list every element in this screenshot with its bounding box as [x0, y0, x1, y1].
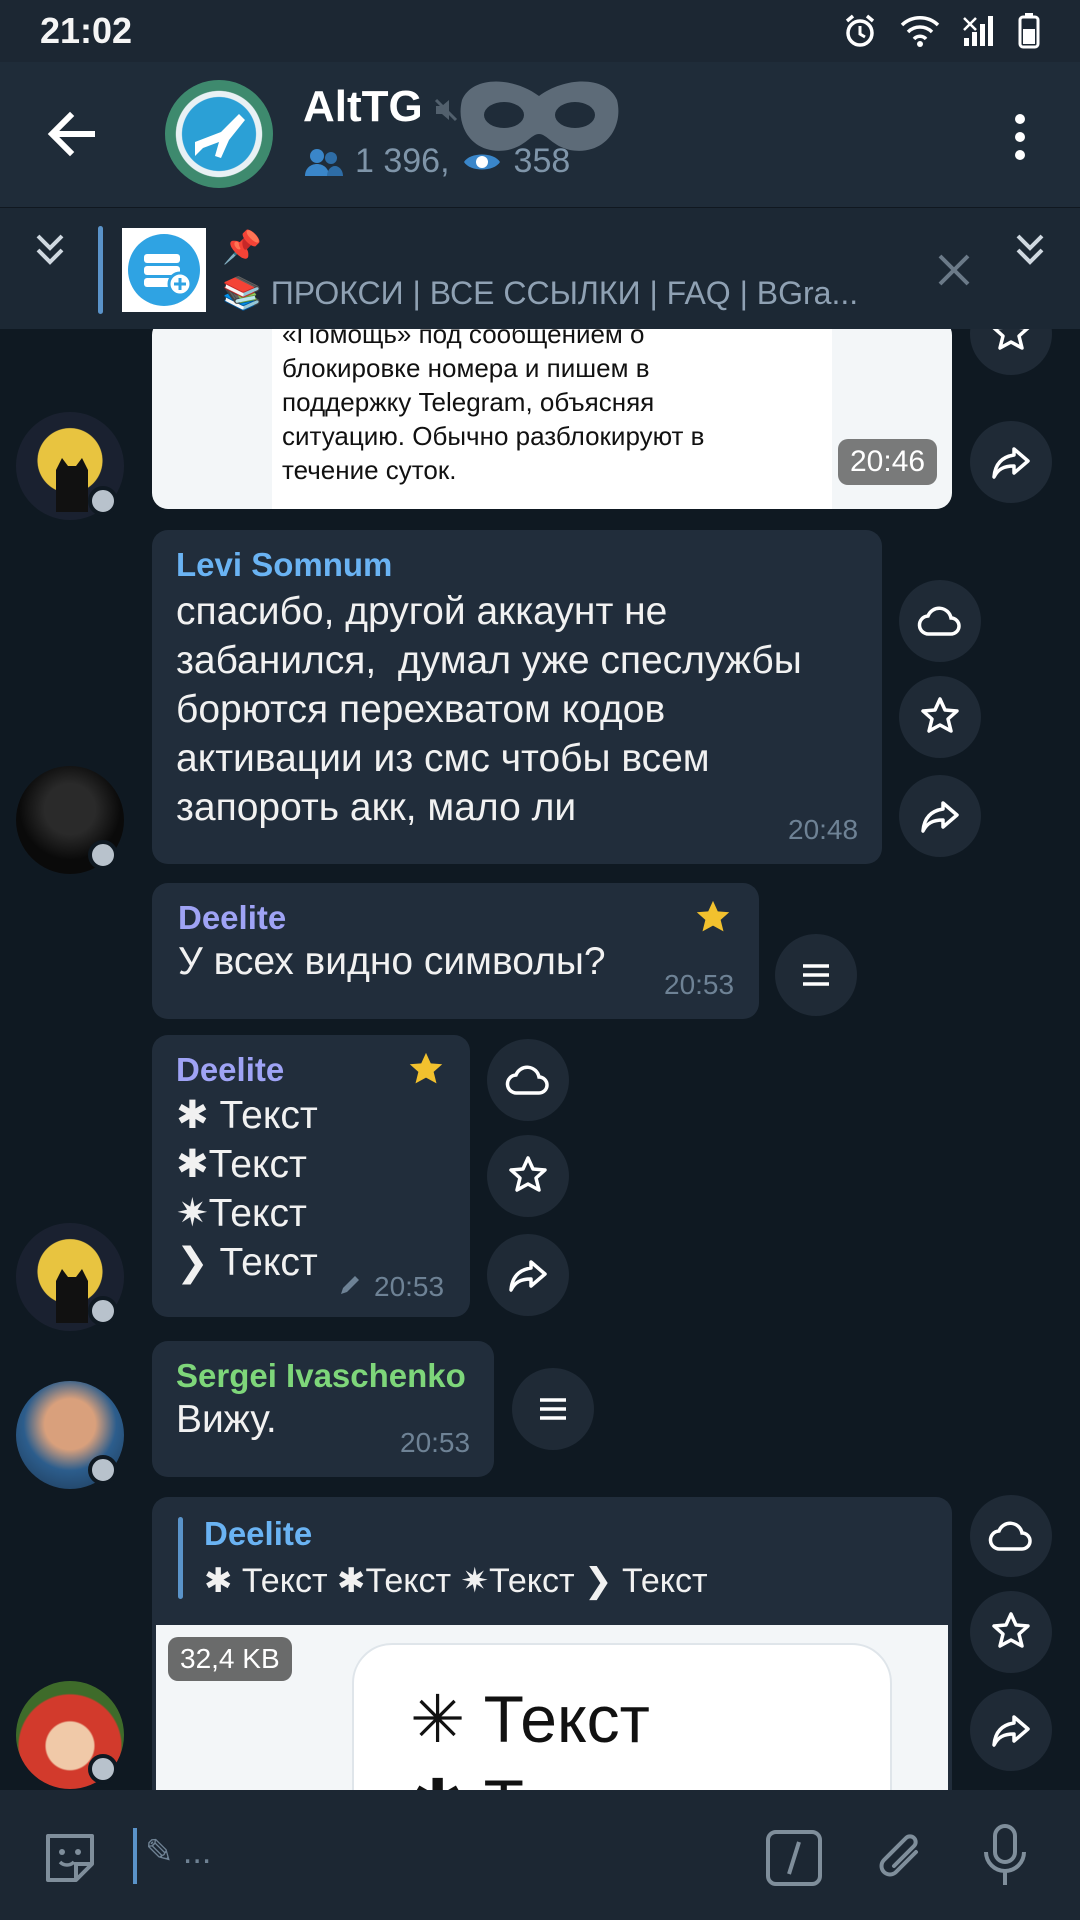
star-button[interactable]: [899, 676, 981, 758]
message-bubble[interactable]: Sergei Ivaschenko Вижу. 20:53: [152, 1341, 494, 1477]
edited-pencil-icon: [341, 1276, 359, 1294]
message-time: 20:48: [788, 814, 859, 845]
online-count: 358: [513, 142, 571, 180]
star-filled-icon: [696, 900, 730, 932]
file-size-badge: 32,4 KB: [168, 1637, 292, 1681]
image-line-2: ✱ Т: [410, 1765, 524, 1790]
share-button[interactable]: [899, 775, 981, 857]
status-dot: [88, 1296, 118, 1326]
star-outline-icon: [992, 329, 1030, 350]
message-time: 20:46: [838, 439, 938, 485]
pinned-pin-emoji: 📌: [222, 229, 262, 265]
star-button[interactable]: [970, 329, 1052, 375]
share-arrow-icon: [992, 1715, 1030, 1747]
bot-command-icon[interactable]: [764, 1828, 824, 1888]
message-text: У всех видно символы?: [178, 940, 606, 983]
share-arrow-icon: [921, 801, 959, 833]
pinned-thumbnail: [122, 228, 206, 312]
message-image-text: «Помощь» под сообщением о блокировке ном…: [282, 329, 705, 485]
share-arrow-icon: [509, 1260, 547, 1292]
share-button[interactable]: [970, 421, 1052, 503]
message-time: 20:53: [400, 1427, 471, 1458]
text-cursor: [133, 1828, 137, 1884]
image-line-1: ✳ Текст: [410, 1682, 650, 1756]
status-time: 21:02: [40, 10, 133, 51]
sticker-emoji-icon[interactable]: [40, 1828, 100, 1888]
share-arrow-icon: [992, 447, 1030, 479]
status-bar: 21:02: [0, 0, 1080, 62]
message-bubble[interactable]: Levi Somnum спасибо, другой аккаунт не з…: [152, 530, 882, 864]
message-sender[interactable]: Sergei Ivaschenko: [176, 1357, 466, 1395]
more-menu-icon[interactable]: [1000, 107, 1040, 167]
star-outline-icon: [509, 1156, 547, 1192]
message-text: спасибо, другой аккаунт не забанился, ду…: [176, 590, 802, 829]
pinned-indicator: [98, 226, 103, 314]
message-sender[interactable]: Deelite: [178, 899, 286, 937]
share-button[interactable]: [970, 1689, 1052, 1771]
attach-paperclip-icon[interactable]: [872, 1826, 928, 1890]
back-arrow-icon[interactable]: [42, 104, 102, 164]
menu-button[interactable]: [775, 934, 857, 1016]
message-text: ✱ Текст ✱Текст ✷Текст ❯ Текст: [176, 1094, 318, 1284]
scroll-down-icon[interactable]: [30, 230, 70, 270]
channel-stats: 1 396, 358: [303, 142, 570, 181]
cloud-icon: [917, 606, 961, 636]
wifi-icon: [900, 16, 940, 47]
message-input[interactable]: ✎ ...: [145, 1832, 211, 1872]
message-composer: ✎ ...: [0, 1790, 1080, 1920]
message-sender[interactable]: Levi Somnum: [176, 546, 392, 584]
status-dot: [88, 840, 118, 870]
lines-menu-icon: [540, 1398, 566, 1420]
cloud-icon: [988, 1521, 1032, 1551]
status-dot: [88, 486, 118, 516]
share-button[interactable]: [487, 1234, 569, 1316]
status-dot: [88, 1754, 118, 1784]
message-image[interactable]: ✳ Текст ✱ Т 32,4 KB: [156, 1625, 948, 1790]
pinned-text: 📚 ПРОКСИ | ВСЕ ССЫЛКИ | FAQ | BGra...: [222, 275, 859, 311]
star-button[interactable]: [970, 1591, 1052, 1673]
cloud-icon: [505, 1065, 549, 1095]
message-list[interactable]: «Помощь» под сообщением о блокировке ном…: [0, 329, 1080, 1790]
message-bubble[interactable]: Deelite У всех видно символы? 20:53: [152, 883, 759, 1019]
close-icon[interactable]: [936, 252, 972, 288]
lines-menu-icon: [803, 964, 829, 986]
chat-header: AltTG 1 396, 358: [0, 62, 1080, 207]
star-outline-icon: [921, 697, 959, 733]
alarm-icon: [845, 14, 875, 47]
battery-icon: [1018, 13, 1040, 49]
cloud-button[interactable]: [970, 1495, 1052, 1577]
message-bubble[interactable]: Deelite ✱ Текст ✱Текст ✷Текст ❯ Текст ✳ …: [152, 1497, 952, 1790]
cloud-button[interactable]: [487, 1039, 569, 1121]
message-time: 20:53: [374, 1271, 445, 1302]
channel-title[interactable]: AltTG: [303, 82, 423, 132]
cloud-button[interactable]: [899, 580, 981, 662]
message-bubble[interactable]: «Помощь» под сообщением о блокировке ном…: [152, 329, 952, 509]
eye-icon: [463, 154, 500, 169]
microphone-icon[interactable]: [980, 1822, 1030, 1890]
jet-icon: [195, 114, 245, 158]
members-count: 1 396,: [355, 142, 450, 180]
status-dot: [88, 1455, 118, 1485]
message-time: 20:53: [664, 969, 735, 1000]
status-icons: [842, 13, 1040, 49]
pinned-message-bar[interactable]: 📌 📚 ПРОКСИ | ВСЕ ССЫЛКИ | FAQ | BGra...: [0, 207, 1080, 329]
message-sender[interactable]: Deelite: [176, 1051, 284, 1089]
menu-button[interactable]: [512, 1368, 594, 1450]
message-bubble[interactable]: Deelite ✱ Текст ✱Текст ✷Текст ❯ Текст 20…: [152, 1035, 470, 1317]
channel-avatar[interactable]: [165, 80, 273, 188]
reply-sender[interactable]: Deelite: [204, 1515, 312, 1553]
star-button[interactable]: [487, 1135, 569, 1217]
members-icon: [305, 148, 343, 176]
signal-icon: [963, 16, 993, 46]
star-outline-icon: [992, 1612, 1030, 1648]
star-filled-icon: [409, 1052, 443, 1084]
reply-text: ✱ Текст ✱Текст ✷Текст ❯ Текст: [204, 1562, 708, 1600]
message-text: Вижу.: [176, 1398, 277, 1441]
proxy-server-icon: [128, 234, 200, 306]
scroll-down-icon-right[interactable]: [1010, 230, 1050, 270]
reply-quote-bar: [178, 1517, 183, 1599]
